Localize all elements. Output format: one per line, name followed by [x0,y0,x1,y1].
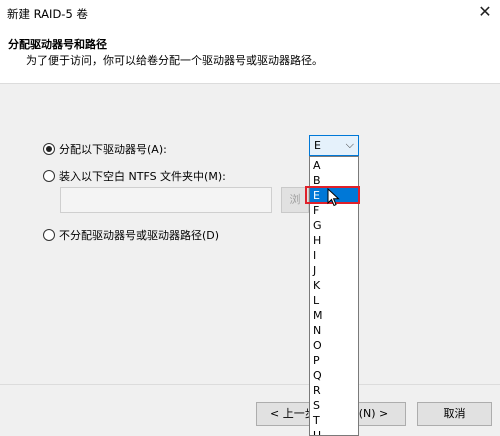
dropdown-item-h[interactable]: H [310,233,358,248]
dropdown-item-g[interactable]: G [310,218,358,233]
close-icon[interactable]: ✕ [470,0,500,26]
dropdown-item-j[interactable]: J [310,263,358,278]
dropdown-item-s[interactable]: S [310,398,358,413]
option-mount-folder-label: 装入以下空白 NTFS 文件夹中(M): [59,170,226,183]
footer-divider [0,384,500,385]
title-bar: 新建 RAID-5 卷 ✕ [0,0,500,26]
dropdown-item-u[interactable]: U [310,428,358,435]
radio-mount-folder[interactable] [43,170,55,182]
dropdown-item-t[interactable]: T [310,413,358,428]
option-assign-letter-label: 分配以下驱动器号(A): [59,143,167,156]
drive-letter-select[interactable]: E ⌵ [309,135,359,156]
drive-letter-value: E [314,139,321,152]
dropdown-item-a[interactable]: A [310,158,358,173]
dropdown-item-p[interactable]: P [310,353,358,368]
radio-no-assign[interactable] [43,229,55,241]
chevron-down-icon: ⌵ [345,138,354,151]
page-description: 为了便于访问，你可以给卷分配一个驱动器号或驱动器路径。 [26,54,323,67]
radio-assign-letter[interactable] [43,143,55,155]
option-no-assign-label: 不分配驱动器号或驱动器路径(D) [59,229,220,242]
dropdown-item-r[interactable]: R [310,383,358,398]
option-no-assign[interactable]: 不分配驱动器号或驱动器路径(D) [43,227,219,243]
dropdown-item-l[interactable]: L [310,293,358,308]
option-assign-letter[interactable]: 分配以下驱动器号(A): [43,141,167,157]
dropdown-item-o[interactable]: O [310,338,358,353]
dropdown-item-n[interactable]: N [310,323,358,338]
dropdown-item-i[interactable]: I [310,248,358,263]
window-title: 新建 RAID-5 卷 [7,7,88,21]
dropdown-item-m[interactable]: M [310,308,358,323]
folder-path-input[interactable] [60,187,272,213]
cancel-button[interactable]: 取消 [417,402,492,426]
option-mount-folder[interactable]: 装入以下空白 NTFS 文件夹中(M): [43,168,226,184]
page-title: 分配驱动器号和路径 [8,38,107,51]
mouse-cursor-icon [327,188,340,207]
dropdown-item-q[interactable]: Q [310,368,358,383]
wizard-header: 分配驱动器号和路径 为了便于访问，你可以给卷分配一个驱动器号或驱动器路径。 [0,26,500,84]
dropdown-item-k[interactable]: K [310,278,358,293]
